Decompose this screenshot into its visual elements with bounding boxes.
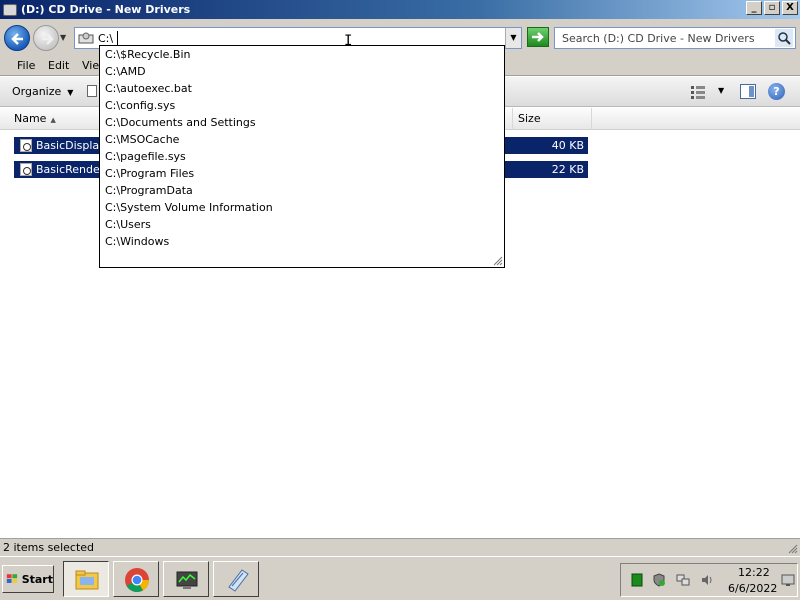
network-icon[interactable] xyxy=(676,573,690,587)
search-icon[interactable] xyxy=(775,29,793,47)
file-size: 40 KB xyxy=(551,139,584,152)
column-size-label: Size xyxy=(518,112,541,125)
activity-icon[interactable] xyxy=(630,573,644,587)
views-dropdown-icon[interactable]: ▼ xyxy=(718,86,724,95)
taskbar-app-chrome[interactable] xyxy=(113,561,159,597)
autocomplete-item[interactable]: C:\Documents and Settings xyxy=(100,114,504,131)
recent-pages-dropdown[interactable]: ▼ xyxy=(60,33,70,43)
menu-edit[interactable]: Edit xyxy=(48,59,69,72)
organize-label: Organize xyxy=(12,85,62,98)
autocomplete-item[interactable]: C:\Users xyxy=(100,216,504,233)
go-button[interactable] xyxy=(527,27,549,47)
sort-ascending-icon: ▲ xyxy=(50,116,56,124)
window-title: (D:) CD Drive - New Drivers xyxy=(21,3,191,16)
autocomplete-item[interactable]: C:\AMD xyxy=(100,63,504,80)
taskbar-app-explorer[interactable] xyxy=(63,561,109,597)
setup-file-icon xyxy=(20,163,32,176)
title-bar: (D:) CD Drive - New Drivers _ ▫ X xyxy=(0,0,800,19)
taskbar-app-notepad[interactable] xyxy=(213,561,259,597)
minimize-button[interactable]: _ xyxy=(746,1,762,15)
clock-time[interactable]: 12:22 xyxy=(738,566,770,579)
notepad-icon xyxy=(228,569,249,592)
column-header-name[interactable]: Name ▲ xyxy=(0,108,100,130)
chrome-icon xyxy=(125,568,149,593)
taskbar: Start 12:22 6/6/2022 xyxy=(0,556,800,600)
clock-date[interactable]: 6/6/2022 xyxy=(728,582,777,595)
organize-button[interactable]: Organize ▼ xyxy=(12,85,73,98)
address-autocomplete-list: C:\$Recycle.Bin C:\AMD C:\autoexec.bat C… xyxy=(99,45,505,268)
autocomplete-item[interactable]: C:\MSOCache xyxy=(100,131,504,148)
status-bar: 2 items selected xyxy=(0,538,800,556)
text-caret xyxy=(117,31,118,45)
setup-file-icon xyxy=(20,139,32,152)
toolbar-item-icon[interactable] xyxy=(87,85,97,97)
views-icon[interactable] xyxy=(690,85,706,99)
resize-grip-icon[interactable] xyxy=(786,542,798,554)
help-button[interactable]: ? xyxy=(768,83,785,100)
start-label: Start xyxy=(21,572,53,586)
chevron-down-icon: ▼ xyxy=(67,88,74,97)
resize-grip-icon[interactable] xyxy=(491,254,503,266)
address-input[interactable]: C:\ xyxy=(98,32,113,45)
file-name: BasicRender. xyxy=(36,163,107,176)
autocomplete-item[interactable]: C:\pagefile.sys xyxy=(100,148,504,165)
autocomplete-item[interactable]: C:\autoexec.bat xyxy=(100,80,504,97)
search-placeholder: Search (D:) CD Drive - New Drivers xyxy=(562,32,755,45)
preview-pane-icon[interactable] xyxy=(740,84,756,99)
autocomplete-item[interactable]: C:\Program Files xyxy=(100,165,504,182)
close-button[interactable]: X xyxy=(782,1,798,15)
go-arrow-icon xyxy=(532,32,544,42)
autocomplete-item[interactable]: C:\$Recycle.Bin xyxy=(100,46,504,63)
back-button[interactable] xyxy=(4,25,30,51)
windows-flag-icon xyxy=(6,574,18,583)
file-name: BasicDisplay. xyxy=(36,139,108,152)
column-header-size[interactable]: Size xyxy=(512,108,592,130)
autocomplete-item[interactable]: C:\ProgramData xyxy=(100,182,504,199)
cd-drive-icon xyxy=(2,2,18,18)
maximize-button[interactable]: ▫ xyxy=(764,1,780,15)
start-button[interactable]: Start xyxy=(2,565,54,593)
address-dropdown-button[interactable]: ▼ xyxy=(505,28,521,48)
taskbar-app-device-manager[interactable] xyxy=(163,561,209,597)
status-text: 2 items selected xyxy=(3,541,95,554)
menu-file[interactable]: File xyxy=(17,59,35,72)
search-box[interactable]: Search (D:) CD Drive - New Drivers xyxy=(554,27,796,49)
forward-button[interactable] xyxy=(33,25,59,51)
file-size: 22 KB xyxy=(551,163,584,176)
system-tray: 12:22 6/6/2022 xyxy=(620,563,798,597)
autocomplete-item[interactable]: C:\System Volume Information xyxy=(100,199,504,216)
forward-arrow-icon xyxy=(42,33,54,45)
column-name-label: Name xyxy=(14,112,47,125)
security-shield-icon[interactable] xyxy=(652,573,666,587)
file-explorer-icon xyxy=(75,570,99,590)
show-desktop-icon[interactable] xyxy=(781,573,795,587)
back-arrow-icon xyxy=(11,33,23,45)
autocomplete-item[interactable]: C:\config.sys xyxy=(100,97,504,114)
autocomplete-item[interactable]: C:\Windows xyxy=(100,233,504,250)
device-manager-icon xyxy=(176,571,198,589)
volume-icon[interactable] xyxy=(700,573,714,587)
drive-icon xyxy=(78,32,94,44)
